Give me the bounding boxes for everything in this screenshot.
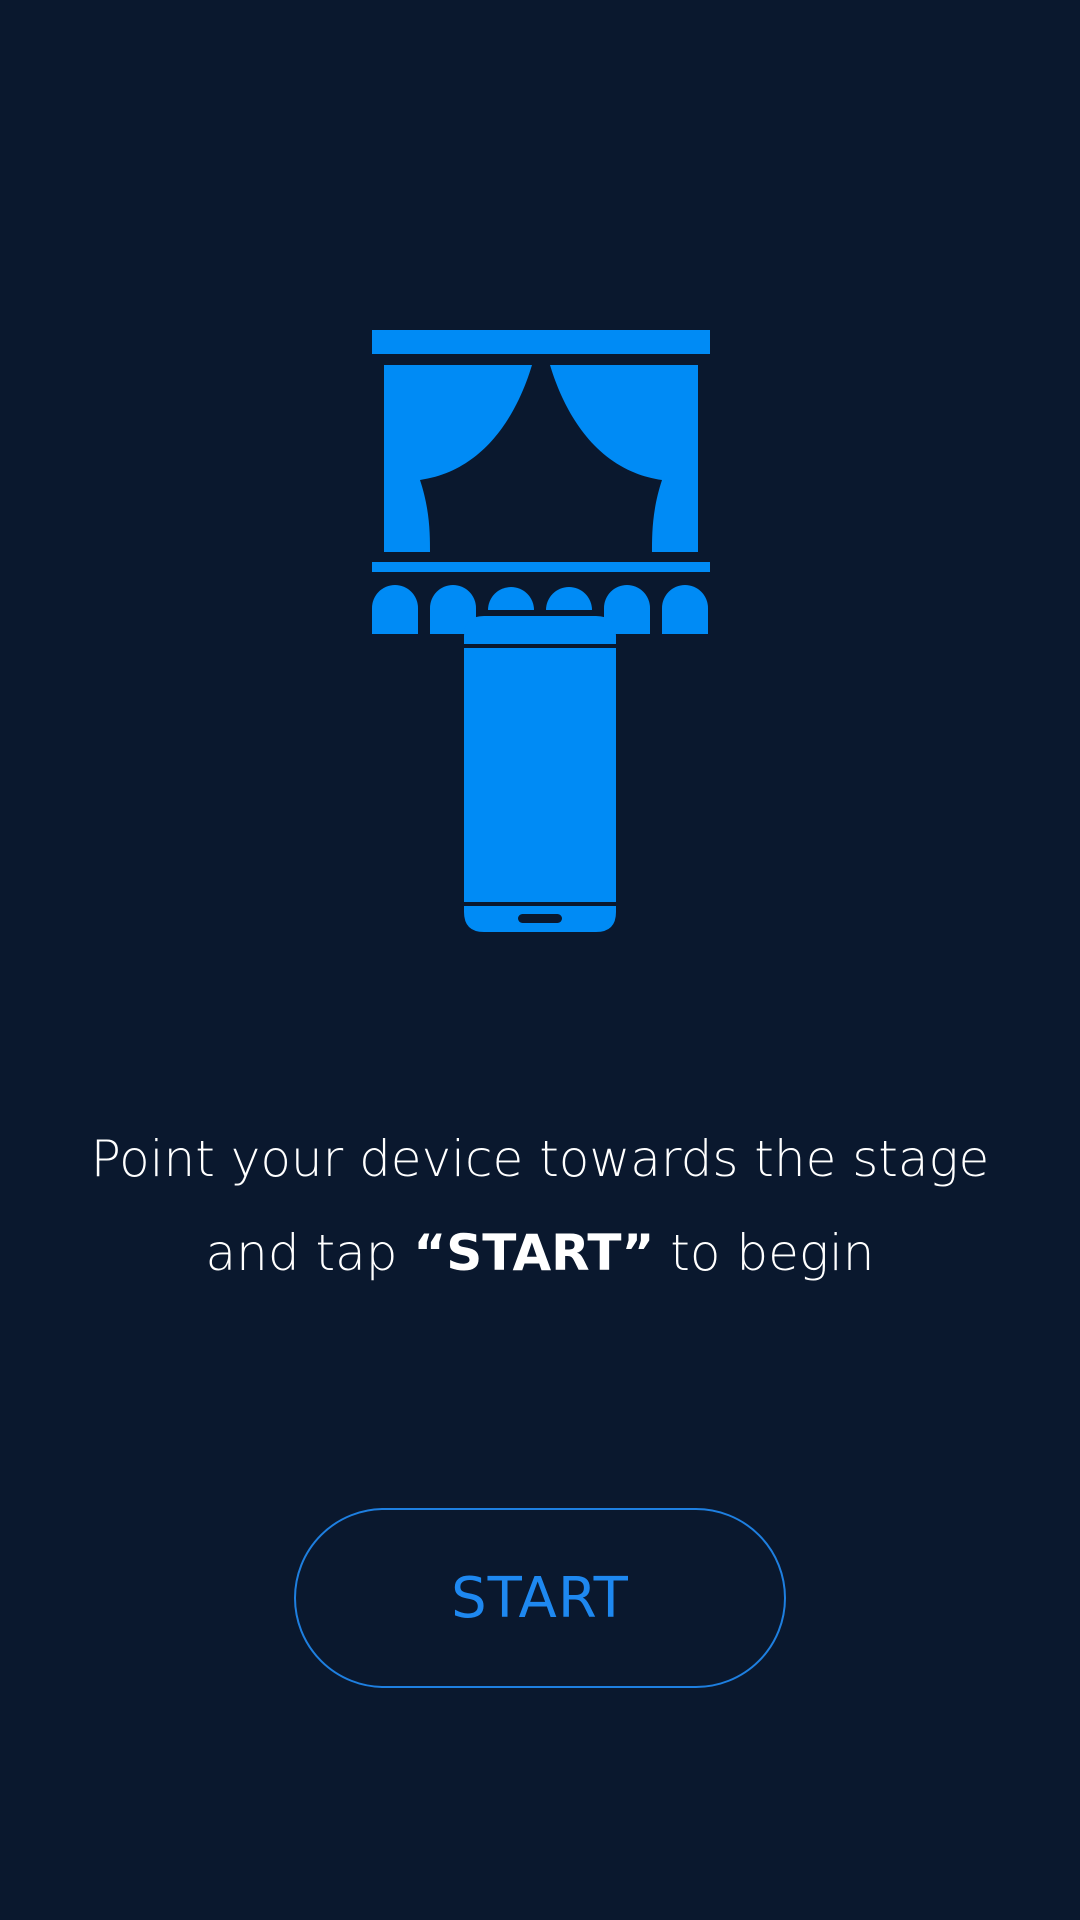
phone-screen xyxy=(464,648,616,902)
instruction-line-2-prefix: and tap xyxy=(205,1224,414,1282)
stage-edge xyxy=(372,562,710,572)
phone-home-button xyxy=(518,914,562,923)
instruction-line-2: and tap “START” to begin xyxy=(0,1206,1080,1300)
ar-start-screen: Point your device towards the stage and … xyxy=(0,0,1080,1920)
instruction-line-2-suffix: to begin xyxy=(654,1224,875,1282)
curtain-rod xyxy=(372,330,710,354)
start-button-label: START xyxy=(451,1565,629,1631)
start-button[interactable]: START xyxy=(294,1508,786,1688)
instruction-text: Point your device towards the stage and … xyxy=(0,1112,1080,1300)
stage-with-phone-icon xyxy=(360,320,720,940)
audience-head-1 xyxy=(372,585,418,634)
instruction-start-emphasis: “START” xyxy=(413,1224,655,1282)
audience-head-3 xyxy=(488,587,534,610)
left-curtain-shape xyxy=(384,365,532,552)
instruction-line-1: Point your device towards the stage xyxy=(90,1130,990,1188)
phone-top xyxy=(464,616,616,644)
right-curtain-shape xyxy=(550,365,698,552)
audience-head-4 xyxy=(546,587,592,610)
stage-illustration-svg xyxy=(372,330,710,932)
audience-head-6 xyxy=(662,585,708,634)
